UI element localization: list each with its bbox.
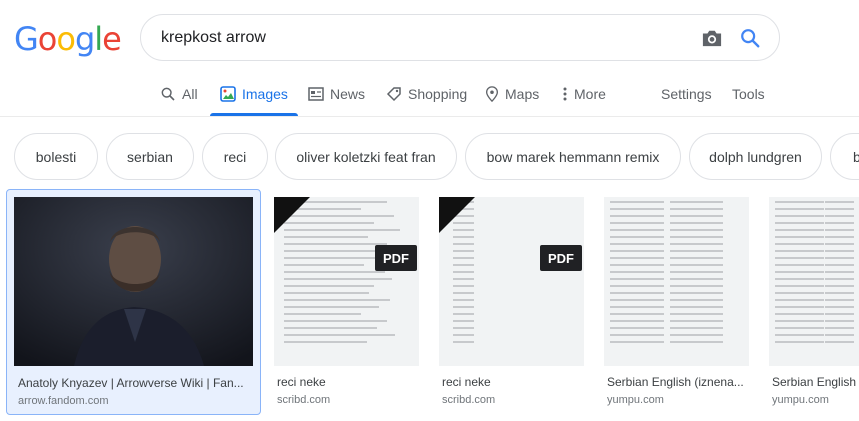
tab-label: Images xyxy=(242,86,288,102)
logo-letter: G xyxy=(14,20,39,58)
search-box[interactable]: krepkost arrow xyxy=(140,14,780,61)
result-thumbnail[interactable]: PDF xyxy=(274,197,419,366)
camera-icon[interactable] xyxy=(701,28,723,48)
chip[interactable]: serbian xyxy=(106,133,194,180)
news-icon xyxy=(308,87,324,101)
tab-label: More xyxy=(574,86,606,102)
tab-label: All xyxy=(182,86,198,102)
chip[interactable]: oliver koletzki feat fran xyxy=(275,133,457,180)
logo-letter: e xyxy=(102,20,122,58)
result-title[interactable]: reci neke xyxy=(277,375,417,389)
settings-link[interactable]: Settings xyxy=(661,86,712,116)
tab-shopping[interactable]: Shopping xyxy=(386,86,467,116)
tools-label: Tools xyxy=(732,86,765,102)
logo-letter: g xyxy=(74,20,95,58)
result-source[interactable]: yumpu.com xyxy=(772,394,829,406)
document-preview xyxy=(610,201,664,362)
settings-label: Settings xyxy=(661,86,712,102)
pin-icon xyxy=(485,86,499,102)
chip[interactable]: dolph lundgren xyxy=(689,133,822,180)
image-result[interactable]: PDF reci neke scribd.com xyxy=(439,189,585,415)
search-input[interactable]: krepkost arrow xyxy=(161,29,266,47)
tab-label: News xyxy=(330,86,366,102)
image-result[interactable]: Anatoly Knyazev | Arrowverse Wiki | Fan.… xyxy=(6,189,261,415)
pdf-badge: PDF xyxy=(540,245,582,271)
page-corner xyxy=(439,197,475,233)
tab-maps[interactable]: Maps xyxy=(485,86,539,116)
result-source[interactable]: scribd.com xyxy=(277,394,330,406)
document-preview xyxy=(775,201,824,362)
logo-letter: o xyxy=(56,20,76,58)
chip[interactable]: b xyxy=(830,133,859,180)
search-icon[interactable] xyxy=(739,27,761,49)
result-source[interactable]: arrow.fandom.com xyxy=(18,395,108,407)
logo-letter: l xyxy=(94,20,103,58)
image-result[interactable]: Serbian English yumpu.com xyxy=(769,189,859,415)
image-result[interactable]: PDF reci neke scribd.com xyxy=(274,189,420,415)
tag-icon xyxy=(386,87,401,102)
google-logo[interactable]: Google xyxy=(14,20,122,58)
document-preview xyxy=(670,201,723,362)
tab-images[interactable]: Images xyxy=(210,86,298,116)
tab-all[interactable]: All xyxy=(160,86,198,116)
image-icon xyxy=(220,86,236,102)
tab-more[interactable]: More xyxy=(562,86,606,116)
pdf-badge: PDF xyxy=(375,245,417,271)
result-title[interactable]: Serbian English xyxy=(772,375,859,389)
chip[interactable]: reci xyxy=(202,133,268,180)
result-thumbnail[interactable]: PDF xyxy=(439,197,584,366)
result-source[interactable]: scribd.com xyxy=(442,394,495,406)
result-source[interactable]: yumpu.com xyxy=(607,394,664,406)
result-title[interactable]: reci neke xyxy=(442,375,582,389)
document-preview xyxy=(825,201,854,362)
tab-label: Maps xyxy=(505,86,540,102)
result-thumbnail[interactable] xyxy=(769,197,859,366)
tab-news[interactable]: News xyxy=(308,86,365,116)
tab-label: Shopping xyxy=(408,86,468,102)
search-icon xyxy=(161,87,175,101)
chip[interactable]: bolesti xyxy=(14,133,98,180)
page-corner xyxy=(274,197,310,233)
result-title[interactable]: Serbian English (iznena... xyxy=(607,375,749,389)
chip[interactable]: bow marek hemmann remix xyxy=(465,133,681,180)
more-vert-icon xyxy=(563,87,567,101)
logo-letter: o xyxy=(37,20,58,58)
result-thumbnail[interactable] xyxy=(14,197,253,366)
header-divider xyxy=(0,116,859,117)
result-title[interactable]: Anatoly Knyazev | Arrowverse Wiki | Fan.… xyxy=(18,376,250,390)
result-thumbnail[interactable] xyxy=(604,197,749,366)
tools-link[interactable]: Tools xyxy=(732,86,765,116)
portrait-photo xyxy=(14,197,253,366)
image-result[interactable]: Serbian English (iznena... yumpu.com xyxy=(604,189,750,415)
search-tabs: All Images News Shopping Maps More Setti… xyxy=(0,80,859,116)
